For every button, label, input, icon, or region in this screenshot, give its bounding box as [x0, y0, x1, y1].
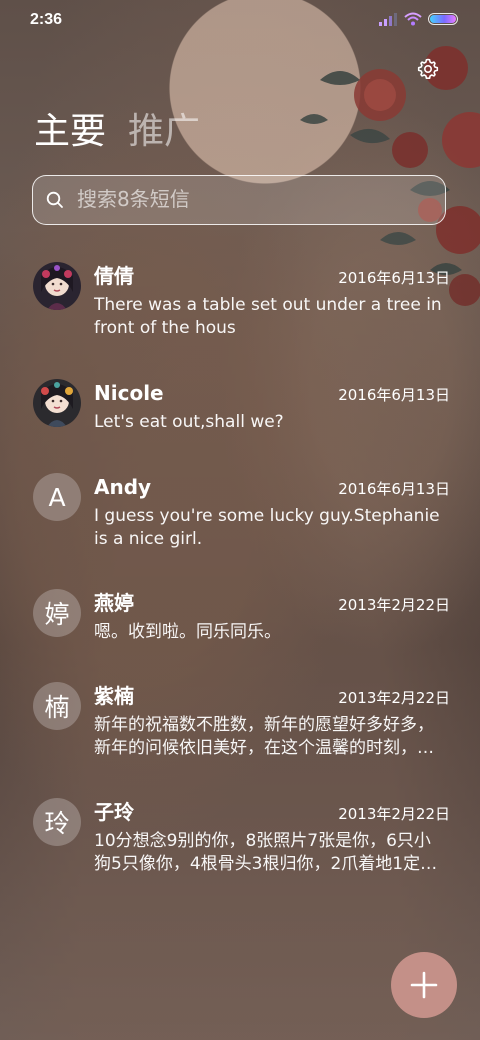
- search-bar[interactable]: [32, 175, 446, 225]
- message-date: 2016年6月13日: [338, 480, 450, 498]
- message-preview: 10分想念9别的你，8张照片7张是你，6只小狗5只像你，4根骨头3根归你，2爪着…: [94, 831, 431, 874]
- contact-name: 燕婷: [94, 591, 134, 615]
- message-preview: There was a table set out under a tree i…: [94, 295, 442, 338]
- conversation-item[interactable]: 楠 紫楠 2013年2月22日 新年的祝福数不胜数，新年的愿望好多好多，新年的问…: [0, 682, 480, 798]
- avatar: 婷: [33, 589, 81, 637]
- avatar: 楠: [33, 682, 81, 730]
- avatar: [33, 379, 81, 427]
- message-date: 2016年6月13日: [338, 386, 450, 404]
- search-input[interactable]: [77, 176, 417, 222]
- wifi-icon: [404, 12, 422, 26]
- conversation-item[interactable]: Nicole 2016年6月13日 Let's eat out,shall we…: [0, 379, 480, 473]
- message-preview: I guess you're some lucky guy.Stephanie …: [94, 506, 440, 549]
- avatar: A: [33, 473, 81, 521]
- conversation-item[interactable]: 玲 子玲 2013年2月22日 10分想念9别的你，8张照片7张是你，6只小狗5…: [0, 798, 480, 898]
- message-date: 2013年2月22日: [338, 805, 450, 823]
- message-preview: 嗯。收到啦。同乐同乐。: [94, 622, 281, 642]
- gear-icon[interactable]: [416, 57, 440, 81]
- avatar: [33, 262, 81, 310]
- message-date: 2013年2月22日: [338, 689, 450, 707]
- tab-promotions[interactable]: 推广: [128, 108, 200, 156]
- contact-name: 紫楠: [94, 684, 134, 708]
- status-time: 2:36: [30, 11, 63, 28]
- tab-primary[interactable]: 主要: [34, 108, 106, 156]
- contact-photo: [33, 379, 81, 427]
- signal-icon: [379, 13, 397, 26]
- search-icon: [46, 191, 63, 208]
- tab-bar: 主要 推广: [34, 108, 200, 156]
- compose-button[interactable]: [391, 952, 457, 1018]
- message-date: 2013年2月22日: [338, 596, 450, 614]
- status-icons: [378, 12, 458, 26]
- contact-name: Andy: [94, 475, 152, 499]
- contact-name: 子玲: [94, 800, 134, 824]
- avatar: 玲: [33, 798, 81, 846]
- contact-photo: [33, 262, 81, 310]
- message-preview: 新年的祝福数不胜数，新年的愿望好多好多，新年的问候依旧美好，在这个温馨的时刻，…: [94, 715, 434, 758]
- status-bar: 2:36: [0, 0, 480, 42]
- conversation-item[interactable]: 婷 燕婷 2013年2月22日 嗯。收到啦。同乐同乐。: [0, 589, 480, 682]
- message-preview: Let's eat out,shall we?: [94, 412, 284, 432]
- contact-name: 倩倩: [94, 264, 134, 288]
- conversation-item[interactable]: A Andy 2016年6月13日 I guess you're some lu…: [0, 473, 480, 589]
- conversation-list: 倩倩 2016年6月13日 There was a table set out …: [0, 262, 480, 898]
- battery-icon: [428, 13, 458, 25]
- contact-name: Nicole: [94, 381, 164, 405]
- battery-level-fill: [430, 15, 456, 23]
- message-date: 2016年6月13日: [338, 269, 450, 287]
- conversation-item[interactable]: 倩倩 2016年6月13日 There was a table set out …: [0, 262, 480, 379]
- plus-icon: [410, 971, 438, 999]
